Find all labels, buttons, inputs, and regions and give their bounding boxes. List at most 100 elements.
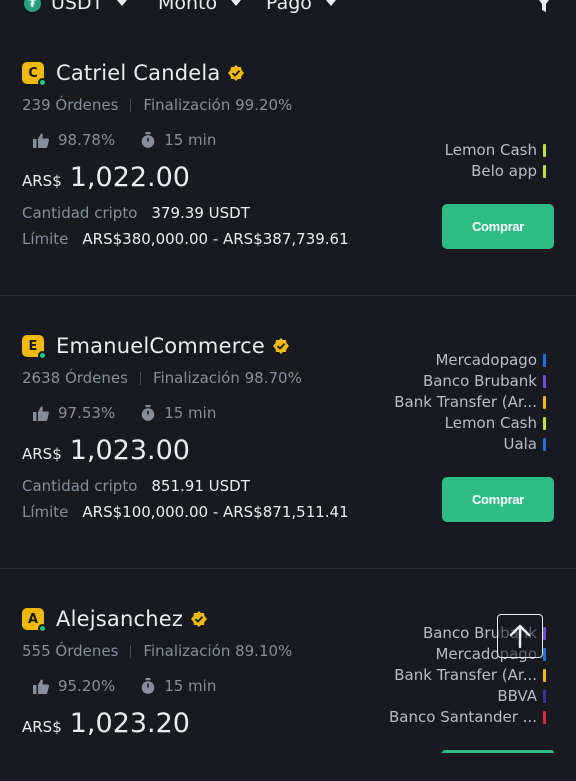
payment-method-name: Mercadopago <box>435 351 537 369</box>
price-value: 1,022.00 <box>69 162 190 193</box>
payment-methods: Lemon Cash Belo app <box>445 140 546 182</box>
order-count: 239 Órdenes <box>22 96 119 114</box>
thumbs-up-icon <box>33 679 49 694</box>
limit-row: Límite ARS$100,000.00 - ARS$871,511.41 <box>22 503 349 521</box>
payment-time-limit: 15 min <box>164 131 217 149</box>
advertiser[interactable]: A Alejsanchez <box>22 607 208 633</box>
limit-label: Límite <box>22 230 69 248</box>
online-status-dot <box>38 351 47 360</box>
amount-filter[interactable]: Monto <box>158 0 242 14</box>
payment-color-bar <box>543 165 546 178</box>
amount-filter-label: Monto <box>158 0 218 14</box>
payment-method: Lemon Cash <box>445 140 546 161</box>
crypto-amount-row: Cantidad cripto 851.91 USDT <box>22 477 250 495</box>
completion-rate: Finalización 98.70% <box>152 369 302 387</box>
timer-icon <box>141 132 155 148</box>
verified-badge-icon <box>191 611 208 627</box>
coin-filter-label: USDT <box>51 0 104 14</box>
completion-rate: Finalización 99.20% <box>143 96 293 114</box>
buy-button[interactable]: Comprar <box>442 477 554 522</box>
divider <box>130 644 132 658</box>
limit-value: ARS$380,000.00 - ARS$387,739.61 <box>82 230 349 248</box>
payment-method: BBVA <box>389 686 546 707</box>
buy-button-edge <box>442 750 554 753</box>
price-currency: ARS$ <box>22 718 62 736</box>
bottom-mask <box>0 752 576 781</box>
payment-method: Banco Brubank <box>394 371 546 392</box>
payment-method: Uala <box>394 434 546 455</box>
coin-filter[interactable]: ₮ USDT <box>24 0 128 14</box>
arrow-up-icon <box>509 624 531 649</box>
advertiser[interactable]: E EmanuelCommerce <box>22 334 289 360</box>
payment-color-bar <box>543 438 546 451</box>
payment-method-name: Uala <box>503 435 537 453</box>
offer-price: ARS$ 1,023.20 <box>22 708 190 739</box>
price-value: 1,023.20 <box>69 708 190 739</box>
advertiser-stats: 2638 Órdenes Finalización 98.70% <box>22 369 302 387</box>
scroll-to-top-button[interactable] <box>497 614 543 658</box>
verified-badge-icon <box>228 65 245 81</box>
online-status-dot <box>38 78 47 87</box>
positive-rate: 95.20% <box>58 677 116 695</box>
payment-color-bar <box>543 144 546 157</box>
payment-method-name: BBVA <box>497 687 537 705</box>
advertiser[interactable]: C Catriel Candela <box>22 61 245 87</box>
timer-icon <box>141 678 155 694</box>
order-count: 555 Órdenes <box>22 642 119 660</box>
payment-color-bar <box>543 396 546 409</box>
price-currency: ARS$ <box>22 172 62 190</box>
divider <box>139 371 141 385</box>
limit-label: Límite <box>22 503 69 521</box>
advertiser-stats: 239 Órdenes Finalización 99.20% <box>22 96 292 114</box>
divider <box>130 98 132 112</box>
avatar-initial: E <box>28 338 38 354</box>
payment-color-bar <box>543 711 546 724</box>
avatar-initial: C <box>28 65 38 81</box>
price-value: 1,023.00 <box>69 435 190 466</box>
payment-method-name: Belo app <box>471 162 537 180</box>
advertiser-name[interactable]: Catriel Candela <box>56 61 220 85</box>
payment-method-name: Bank Transfer (Ar... <box>394 666 537 684</box>
payment-time-limit: 15 min <box>164 677 217 695</box>
payment-method: Bank Transfer (Ar... <box>389 665 546 686</box>
card-divider <box>0 295 576 296</box>
offer-metrics: 97.53% 15 min <box>33 404 216 422</box>
timer-icon <box>141 405 155 421</box>
payment-color-bar <box>543 375 546 388</box>
offer-metrics: 98.78% 15 min <box>33 131 216 149</box>
payment-color-bar <box>543 648 546 661</box>
offer-metrics: 95.20% 15 min <box>33 677 216 695</box>
avatar: E <box>22 335 47 360</box>
chevron-down-icon <box>231 0 242 6</box>
payment-filter-label: Pago <box>266 0 312 14</box>
payment-color-bar <box>543 354 546 367</box>
buy-button[interactable]: Comprar <box>442 204 554 249</box>
payment-method-name: Lemon Cash <box>444 141 537 159</box>
payment-method: Bank Transfer (Ar... <box>394 392 546 413</box>
avatar: A <box>22 608 47 633</box>
crypto-amount-value: 379.39 USDT <box>151 204 250 222</box>
avatar: C <box>22 62 47 87</box>
completion-rate: Finalización 89.10% <box>143 642 293 660</box>
crypto-amount-row: Cantidad cripto 379.39 USDT <box>22 204 250 222</box>
payment-method-name: Lemon Cash <box>444 414 537 432</box>
limit-row: Límite ARS$380,000.00 - ARS$387,739.61 <box>22 230 349 248</box>
payment-method-name: Banco Brubank <box>422 372 537 390</box>
payment-color-bar <box>543 627 546 640</box>
online-status-dot <box>38 624 47 633</box>
filter-bar: ₮ USDT Monto Pago <box>0 0 576 22</box>
offer-price: ARS$ 1,022.00 <box>22 162 190 193</box>
thumbs-up-icon <box>33 406 49 421</box>
payment-method: Belo app <box>445 161 546 182</box>
payment-filter[interactable]: Pago <box>266 0 336 14</box>
advertiser-name[interactable]: Alejsanchez <box>56 607 183 631</box>
positive-rate: 98.78% <box>58 131 116 149</box>
verified-badge-icon <box>272 338 289 354</box>
order-count: 2638 Órdenes <box>22 369 128 387</box>
payment-methods: Mercadopago Banco Brubank Bank Transfer … <box>394 350 546 455</box>
funnel-filter-icon[interactable] <box>536 0 552 14</box>
positive-rate: 97.53% <box>58 404 116 422</box>
payment-time-limit: 15 min <box>164 404 217 422</box>
crypto-amount-value: 851.91 USDT <box>151 477 250 495</box>
advertiser-name[interactable]: EmanuelCommerce <box>56 334 265 358</box>
